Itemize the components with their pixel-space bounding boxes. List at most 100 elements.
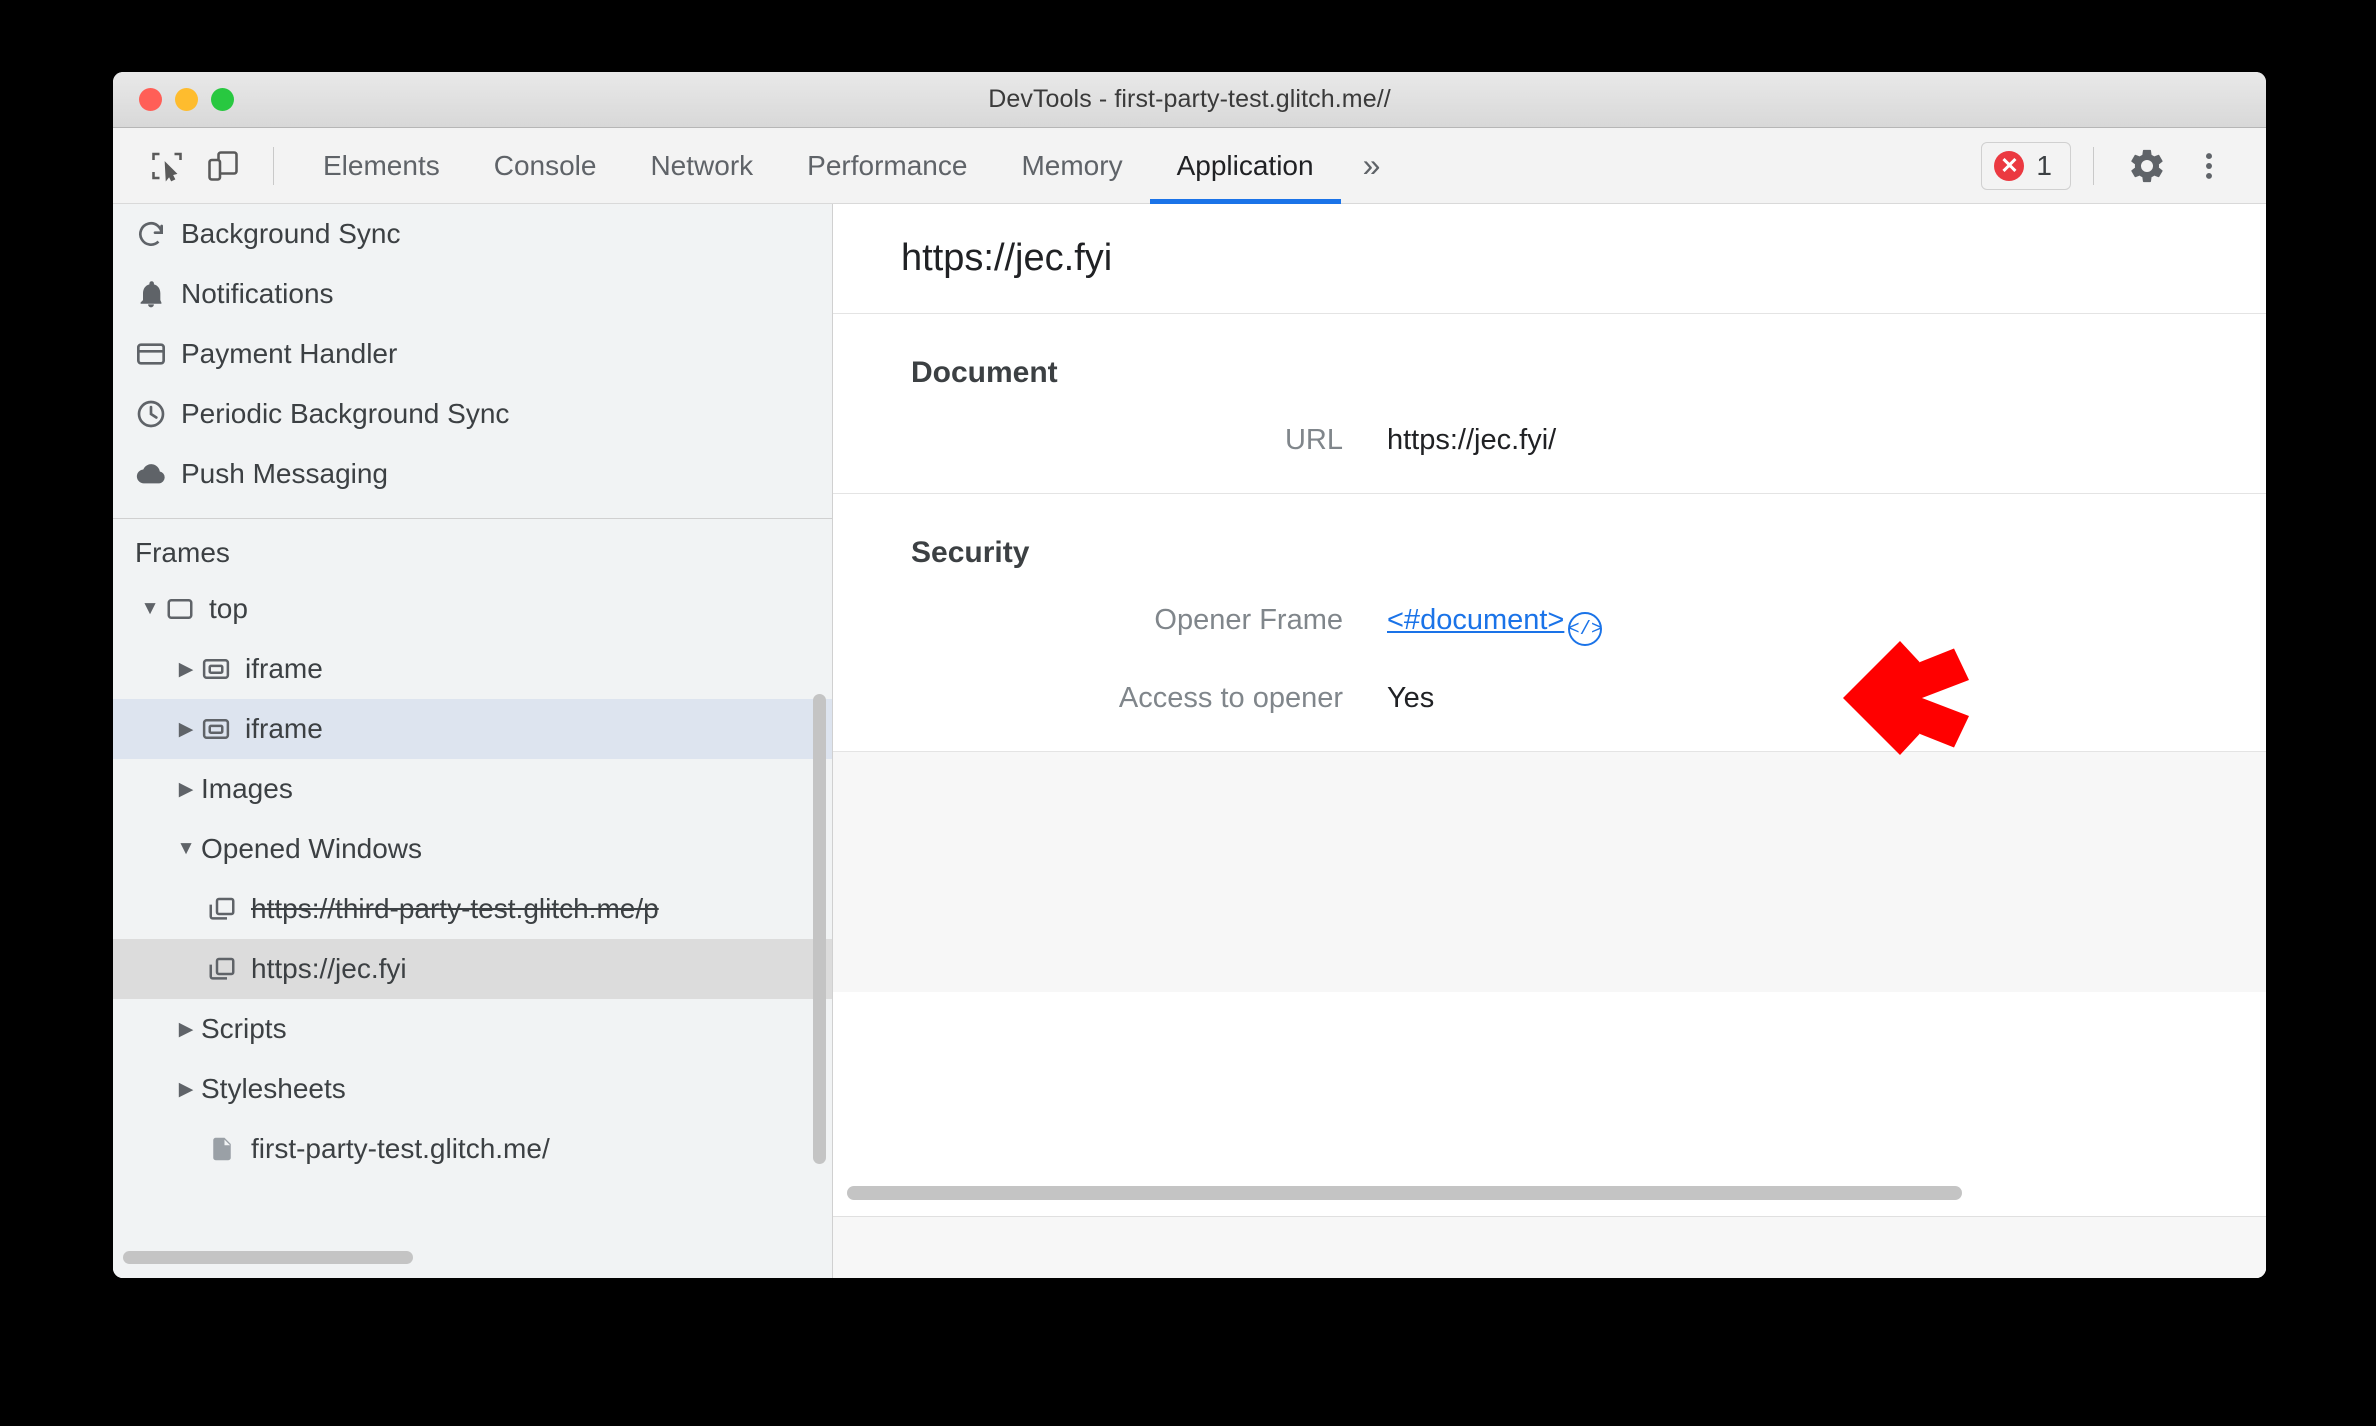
sidebar-item-label: Notifications xyxy=(181,278,334,309)
opener-frame-value: <#document> </> xyxy=(1387,604,1602,646)
tree-item-opened-windows[interactable]: ▼ Opened Windows xyxy=(113,819,832,879)
tree-item-label: first-party-test.glitch.me/ xyxy=(251,1133,550,1164)
main-horizontal-scrollbar[interactable] xyxy=(847,1186,1962,1200)
frame-icon xyxy=(165,594,195,624)
tree-item-top[interactable]: ▼ top xyxy=(113,579,832,639)
url-value: https://jec.fyi/ xyxy=(1387,424,1557,456)
document-url-row: URL https://jec.fyi/ xyxy=(833,390,2266,493)
access-to-opener-value: Yes xyxy=(1387,682,1435,714)
toolbar-divider xyxy=(273,146,274,185)
chevron-right-icon[interactable]: ▶ xyxy=(171,1078,201,1101)
frames-section-header: Frames xyxy=(135,537,230,568)
tree-item-label: https://third-party-test.glitch.me/p xyxy=(251,893,659,924)
tree-item-iframe-1[interactable]: ▶ iframe xyxy=(113,639,832,699)
tree-item-label: Opened Windows xyxy=(201,833,423,864)
tree-item-stylesheets[interactable]: ▶ Stylesheets xyxy=(113,1059,832,1119)
access-to-opener-row: Access to opener Yes xyxy=(833,682,2266,751)
iframe-icon xyxy=(201,654,231,684)
three-dot-menu-icon[interactable] xyxy=(2178,135,2240,197)
error-count-label: 1 xyxy=(2036,149,2052,181)
tab-performance[interactable]: Performance xyxy=(780,128,994,204)
document-section: Document URL https://jec.fyi/ xyxy=(833,314,2266,494)
inspect-element-icon[interactable] xyxy=(139,138,195,194)
sidebar-item-push-messaging[interactable]: Push Messaging xyxy=(113,444,832,504)
tree-item-label: Stylesheets xyxy=(201,1073,346,1104)
tree-item-window-third-party[interactable]: https://third-party-test.glitch.me/p xyxy=(113,879,832,939)
minimize-window-button[interactable] xyxy=(175,88,198,111)
panel-tabs: Elements Console Network Performance Mem… xyxy=(296,128,1402,204)
window-titlebar: DevTools - first-party-test.glitch.me// xyxy=(113,72,2266,128)
security-section: Security Opener Frame <#document> </> Acc… xyxy=(833,494,2266,752)
cloud-icon xyxy=(135,458,167,490)
tab-application[interactable]: Application xyxy=(1149,128,1341,204)
tab-memory[interactable]: Memory xyxy=(994,128,1149,204)
iframe-icon xyxy=(201,714,231,744)
sidebar-vertical-scrollbar[interactable] xyxy=(813,694,826,1164)
sidebar-item-background-sync[interactable]: Background Sync xyxy=(113,204,832,264)
device-toolbar-icon[interactable] xyxy=(195,138,251,194)
tree-item-label: Images xyxy=(201,773,293,804)
opener-frame-code-badge[interactable]: </> xyxy=(1568,612,1602,646)
page-title: https://jec.fyi xyxy=(833,204,2266,314)
sidebar-item-label: Periodic Background Sync xyxy=(181,398,510,429)
gear-icon[interactable] xyxy=(2116,135,2178,197)
tree-item-label: Scripts xyxy=(201,1013,287,1044)
devtools-window: DevTools - first-party-test.glitch.me// … xyxy=(113,72,2266,1278)
credit-card-icon xyxy=(135,338,167,370)
bell-icon xyxy=(135,278,167,310)
window-title: DevTools - first-party-test.glitch.me// xyxy=(988,85,1391,113)
sync-icon xyxy=(135,218,167,250)
tree-item-label: https://jec.fyi xyxy=(251,953,407,984)
tree-item-scripts[interactable]: ▶ Scripts xyxy=(113,999,832,1059)
sidebar-item-periodic-background-sync[interactable]: Periodic Background Sync xyxy=(113,384,832,444)
sidebar-service-list: Background Sync Notifications Payment Ha… xyxy=(113,204,832,504)
tab-elements[interactable]: Elements xyxy=(296,128,467,204)
sidebar-item-label: Payment Handler xyxy=(181,338,398,369)
document-section-title: Document xyxy=(911,356,1058,389)
chevron-down-icon[interactable]: ▼ xyxy=(135,598,165,620)
tree-item-document-first-party[interactable]: first-party-test.glitch.me/ xyxy=(113,1119,832,1179)
tree-item-label: top xyxy=(209,593,248,624)
frames-tree: ▼ top ▶ iframe ▶ iframe ▶ Images ▼ Opene… xyxy=(113,579,832,1179)
tree-item-label: iframe xyxy=(245,653,323,684)
sidebar-horizontal-scrollbar[interactable] xyxy=(123,1251,413,1264)
chevron-right-icon[interactable]: ▶ xyxy=(171,658,201,681)
access-to-opener-label: Access to opener xyxy=(1118,682,1343,714)
application-sidebar: Background Sync Notifications Payment Ha… xyxy=(113,204,833,1278)
chevron-right-icon[interactable]: ▶ xyxy=(171,778,201,801)
opener-frame-row: Opener Frame <#document> </> xyxy=(833,570,2266,682)
opener-frame-label: Opener Frame xyxy=(1154,604,1343,636)
window-icon xyxy=(207,894,237,924)
chevron-right-icon[interactable]: ▶ xyxy=(171,1018,201,1041)
opener-frame-link[interactable]: <#document> xyxy=(1387,604,1564,636)
error-circle-icon: ✕ xyxy=(1994,150,2025,181)
zoom-window-button[interactable] xyxy=(211,88,234,111)
security-section-title: Security xyxy=(911,536,1030,569)
frame-details-panel: https://jec.fyi Document URL https://jec… xyxy=(833,204,2266,1278)
more-tabs-icon[interactable]: » xyxy=(1341,128,1403,204)
clock-icon xyxy=(135,398,167,430)
chevron-down-icon[interactable]: ▼ xyxy=(171,838,201,860)
sidebar-item-label: Background Sync xyxy=(181,218,401,249)
error-count-badge[interactable]: ✕ 1 xyxy=(1981,141,2071,190)
tree-item-window-jec-fyi[interactable]: https://jec.fyi xyxy=(113,939,832,999)
panel-empty-area xyxy=(833,752,2266,992)
traffic-lights xyxy=(113,88,234,111)
sidebar-item-label: Push Messaging xyxy=(181,458,389,489)
devtools-body: Background Sync Notifications Payment Ha… xyxy=(113,204,2266,1278)
chevron-right-icon[interactable]: ▶ xyxy=(171,718,201,741)
close-window-button[interactable] xyxy=(139,88,162,111)
devtools-toolbar: Elements Console Network Performance Mem… xyxy=(113,128,2266,204)
tree-item-images[interactable]: ▶ Images xyxy=(113,759,832,819)
document-icon xyxy=(207,1134,237,1164)
tree-item-iframe-2[interactable]: ▶ iframe xyxy=(113,699,832,759)
toolbar-right-controls: ✕ 1 xyxy=(1981,135,2240,197)
window-icon xyxy=(207,954,237,984)
tab-network[interactable]: Network xyxy=(623,128,780,204)
tab-console[interactable]: Console xyxy=(467,128,624,204)
toolbar-divider-2 xyxy=(2093,146,2094,185)
sidebar-item-payment-handler[interactable]: Payment Handler xyxy=(113,324,832,384)
panel-bottom-strip xyxy=(833,1216,2266,1278)
url-label: URL xyxy=(1284,424,1343,456)
sidebar-item-notifications[interactable]: Notifications xyxy=(113,264,832,324)
